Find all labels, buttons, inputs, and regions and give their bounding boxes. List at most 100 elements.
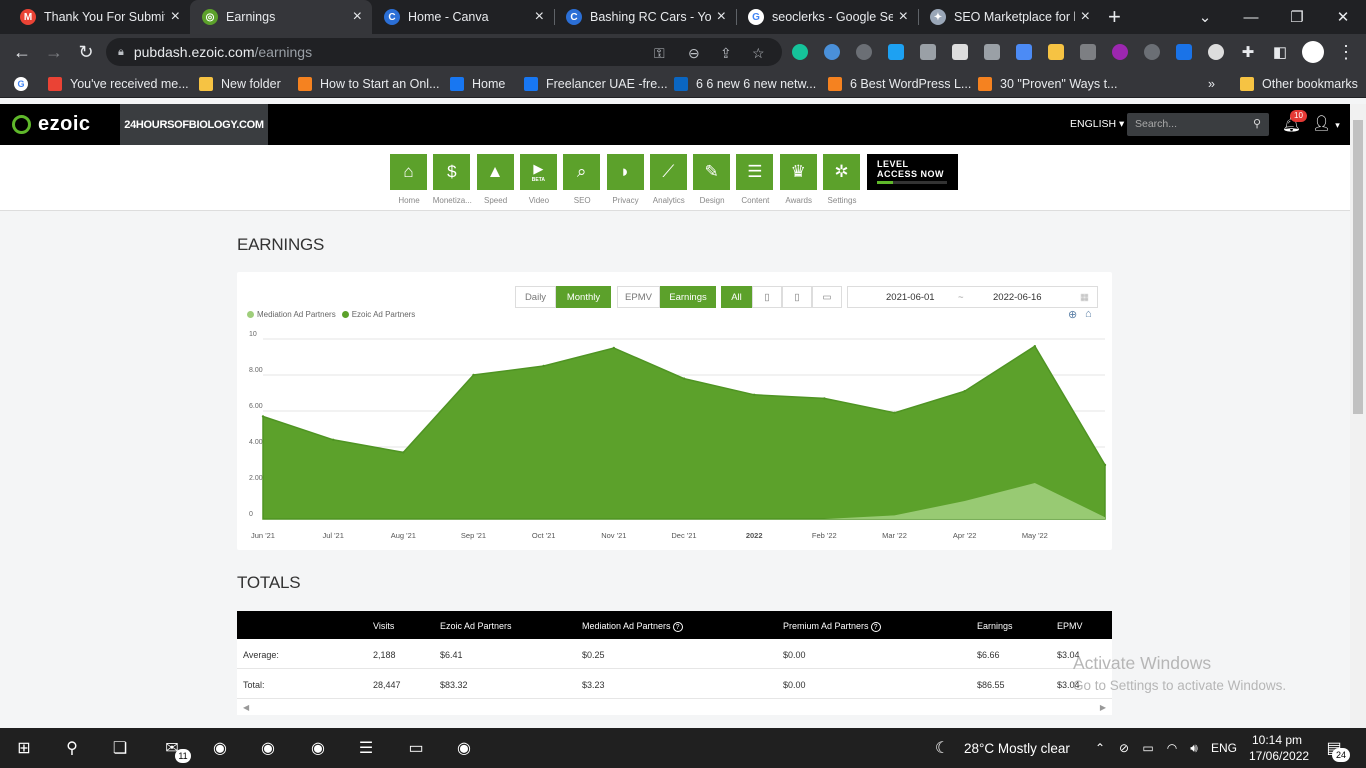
zoom-in-icon[interactable]: ⊕ (1068, 308, 1077, 321)
bookmark-item[interactable]: 6 6 new 6 new netw... (674, 76, 816, 92)
reload-button[interactable]: ↻ (74, 40, 98, 64)
monthly-button[interactable]: Monthly (556, 286, 611, 308)
all-devices-button[interactable]: All (721, 286, 752, 308)
forward-button[interactable]: → (42, 40, 66, 64)
browser-tab[interactable]: ◎ Earnings × (190, 0, 372, 34)
minimize-button[interactable]: — (1228, 0, 1274, 34)
date-range-picker[interactable]: 2021-06-01 ~ 2022-06-16 ▦ (847, 286, 1098, 308)
extension-icon[interactable] (952, 44, 968, 60)
mail-extension-icon[interactable] (1048, 44, 1064, 60)
chrome-profile-icon[interactable]: ◉ (306, 736, 330, 760)
browser-menu-icon[interactable]: ⋮ (1334, 40, 1358, 64)
tab-close-icon[interactable]: × (899, 8, 908, 26)
mail-extension-icon[interactable] (1080, 44, 1096, 60)
notes-app-icon[interactable]: ☰ (354, 736, 378, 760)
tab-close-icon[interactable]: × (353, 8, 362, 26)
bookmark-item[interactable]: You've received me... (48, 76, 189, 92)
key-icon[interactable]: ⚿ (654, 45, 665, 62)
extension-icon[interactable] (984, 44, 1000, 60)
site-selector[interactable]: 24HOURSOFBIOLOGY.COM (120, 104, 268, 145)
extension-icon[interactable] (888, 44, 904, 60)
column-header[interactable]: Visits (373, 621, 394, 631)
restore-button[interactable]: ❐ (1274, 0, 1320, 34)
ezoic-logo[interactable]: ezoic (12, 113, 91, 136)
chrome-profile-icon[interactable]: ◉ (452, 736, 476, 760)
reset-zoom-home-icon[interactable]: ⌂ (1085, 308, 1092, 320)
extension-icon[interactable] (1016, 44, 1032, 60)
user-menu[interactable]: 👤︎ ▾ (1312, 114, 1340, 132)
file-explorer-icon[interactable]: ▭ (404, 736, 428, 760)
tab-close-icon[interactable]: × (717, 8, 726, 26)
tab-close-icon[interactable]: × (171, 8, 180, 26)
chrome-profile-icon[interactable]: ◉ (256, 736, 280, 760)
close-window-button[interactable]: ✕ (1320, 0, 1366, 34)
column-header[interactable]: Earnings (977, 621, 1013, 631)
clock-time[interactable]: 10:14 pm (1252, 733, 1302, 747)
tablet-button[interactable]: ▯ (782, 286, 812, 308)
wordpress-extension-icon[interactable] (1144, 44, 1160, 60)
legend-item[interactable]: Ezoic Ad Partners (341, 310, 415, 319)
tab-close-icon[interactable]: × (535, 8, 544, 26)
extension-icon[interactable] (1208, 44, 1224, 60)
more-bookmarks-chevron[interactable]: » (1208, 76, 1215, 92)
extension-icon[interactable] (824, 44, 840, 60)
bookmark-item[interactable]: How to Start an Onl... (298, 76, 440, 92)
column-header[interactable]: Premium Ad Partners? (783, 621, 881, 632)
column-header[interactable]: EPMV (1057, 621, 1083, 631)
back-button[interactable]: ← (10, 40, 34, 64)
scrollbar-thumb[interactable] (1353, 120, 1363, 414)
side-panel-icon[interactable]: ◧ (1268, 40, 1292, 64)
extension-icon[interactable] (1176, 44, 1192, 60)
bookmark-star-icon[interactable]: ☆ (752, 45, 765, 62)
horizontal-scrollbar[interactable]: ◀ ▶ (237, 699, 1112, 715)
browser-tab[interactable]: C Home - Canva × (372, 0, 554, 34)
nav-item-settings[interactable]: ✲ Settings (823, 154, 861, 205)
browser-tab[interactable]: M Thank You For Submit × (8, 0, 190, 34)
device-icon[interactable]: ▭ (1136, 736, 1160, 760)
tab-close-icon[interactable]: × (1081, 8, 1090, 26)
extension-icon[interactable] (920, 44, 936, 60)
clock-date[interactable]: 17/06/2022 (1249, 749, 1309, 763)
tab-search-chevron-icon[interactable]: ⌄ (1182, 0, 1228, 34)
search-input[interactable]: Search... ⚲ (1127, 113, 1269, 136)
scroll-right-arrow[interactable]: ▶ (1100, 703, 1106, 712)
mobile-button[interactable]: ▯ (752, 286, 782, 308)
bookmark-item[interactable]: Home (450, 76, 505, 92)
browser-tab[interactable]: C Bashing RC Cars - You × (554, 0, 736, 34)
weather-text[interactable]: 28°C Mostly clear (964, 741, 1070, 756)
browser-tab[interactable]: Gseoclerks - Google Se × (736, 0, 918, 34)
legend-item[interactable]: Mediation Ad Partners (247, 310, 336, 319)
profile-avatar[interactable] (1302, 41, 1324, 63)
column-header[interactable]: Mediation Ad Partners? (582, 621, 683, 632)
scroll-left-arrow[interactable]: ◀ (243, 703, 249, 712)
browser-tab[interactable]: ✦ SEO Marketplace for b × (918, 0, 1100, 34)
grammarly-extension-icon[interactable] (792, 44, 808, 60)
earnings-button[interactable]: Earnings (660, 286, 716, 308)
bookmark-item[interactable]: Freelancer UAE -fre... (524, 76, 668, 92)
wifi-icon[interactable]: ◠ (1160, 736, 1184, 760)
epmv-button[interactable]: EPMV (617, 286, 660, 308)
google-bookmark[interactable]: G (14, 76, 36, 92)
language-indicator[interactable]: ENG (1211, 741, 1237, 755)
daily-button[interactable]: Daily (515, 286, 556, 308)
task-view-icon[interactable]: ❏ (108, 736, 132, 760)
address-bar[interactable]: 🔒︎ pubdash.ezoic.com/earnings ⚿ ⊖ ⇪ ☆ (106, 38, 782, 66)
other-bookmarks-folder[interactable]: Other bookmarks (1240, 76, 1358, 92)
extension-icon[interactable] (1112, 44, 1128, 60)
page-vertical-scrollbar[interactable] (1350, 104, 1366, 728)
show-hidden-icons-chevron[interactable]: ⌃ (1088, 736, 1112, 760)
desktop-button[interactable]: ▭ (812, 286, 842, 308)
network-error-icon[interactable]: ⊘ (1112, 736, 1136, 760)
bookmark-item[interactable]: New folder (199, 76, 281, 92)
search-icon[interactable]: ⚲ (60, 736, 84, 760)
windows-start-icon[interactable]: ⊞ (12, 736, 36, 760)
help-icon[interactable]: ? (870, 622, 881, 632)
zoom-icon[interactable]: ⊖ (688, 45, 700, 62)
new-tab-button[interactable]: + (1108, 4, 1121, 30)
speaker-icon[interactable]: 🔊︎ (1182, 736, 1206, 760)
bookmark-item[interactable]: 30 "Proven" Ways t... (978, 76, 1117, 92)
level-access-banner[interactable]: LEVEL ACCESS NOW (867, 154, 958, 190)
share-icon[interactable]: ⇪ (720, 45, 732, 62)
language-dropdown[interactable]: ENGLISH ▾ (1070, 118, 1124, 130)
column-header[interactable]: Ezoic Ad Partners (440, 621, 512, 631)
